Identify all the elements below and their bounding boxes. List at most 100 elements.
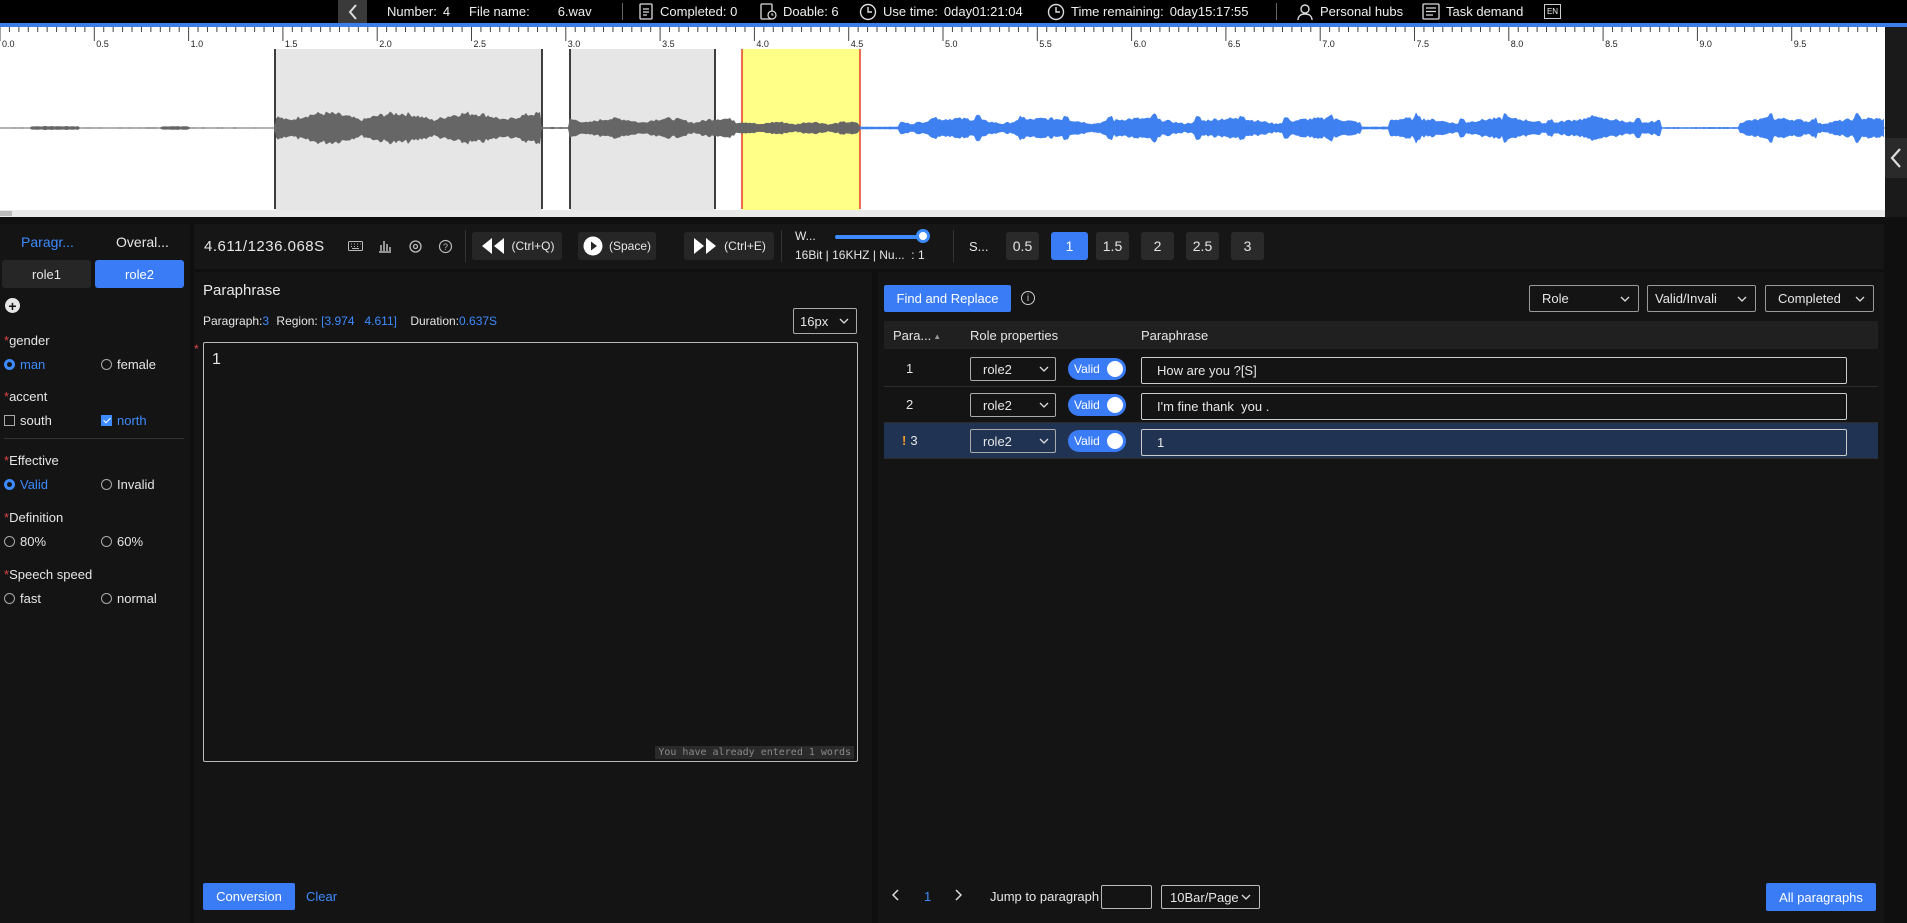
back-button[interactable] [338, 0, 367, 23]
definition-option-80[interactable]: 80% [4, 534, 46, 549]
ruler-label: 8.0 [1511, 39, 1524, 49]
collapse-panel-button[interactable] [1885, 138, 1907, 178]
paraphrase-textarea[interactable]: 1 You have already entered 1 words [203, 342, 858, 762]
row-valid-toggle[interactable]: Valid [1068, 358, 1126, 380]
ruler-label: 0.0 [2, 39, 15, 49]
waveform[interactable]: 0.0 0.5 1.0 1.5 2.0 2.5 3.0 3.5 4.0 4.5 5.0 5.5 6.0 6… [0, 27, 1885, 217]
personal-hubs-link[interactable]: Personal hubs [1296, 0, 1403, 23]
tab-overall[interactable]: Overal... [95, 224, 190, 259]
ruler-label: 6.0 [1134, 39, 1147, 49]
ruler-label: 4.5 [851, 39, 864, 49]
file-name: File name: 6.wav [469, 0, 592, 23]
row-role-select[interactable]: role2 [970, 357, 1056, 381]
ruler-label: 9.0 [1699, 39, 1712, 49]
row-role-select[interactable]: role2 [970, 393, 1056, 417]
speed-2-5-button[interactable]: 2.5 [1186, 232, 1219, 260]
waveform-zoom-slider[interactable] [835, 235, 922, 239]
ruler-label: 6.5 [1228, 39, 1241, 49]
paraphrase-text: 1 [212, 351, 221, 368]
tab-paragraph[interactable]: Paragr... [0, 224, 95, 259]
effective-option-valid[interactable]: Valid [4, 477, 48, 492]
definition-option-60[interactable]: 60% [101, 534, 143, 549]
ruler-label: 5.0 [945, 39, 958, 49]
language-switch[interactable]: EN [1544, 0, 1561, 23]
attributes-panel: Paragr... Overal... role1 role2 + *gende… [0, 224, 190, 923]
slider-handle[interactable] [916, 229, 930, 243]
task-demand-link[interactable]: Task demand [1422, 0, 1523, 23]
table-header: Para... ▲ Role properties Paraphrase [884, 321, 1878, 349]
row-paraphrase-input[interactable]: How are you ?[S] [1141, 357, 1847, 384]
warning-icon: ! [902, 433, 907, 448]
speech-speed-option-fast[interactable]: fast [4, 591, 41, 606]
effective-option-invalid[interactable]: Invalid [101, 477, 155, 492]
settings-icon[interactable] [407, 238, 423, 254]
radio-icon [4, 536, 15, 547]
speed-2-button[interactable]: 2 [1141, 232, 1174, 260]
page-number[interactable]: 1 [924, 889, 931, 904]
next-page-button[interactable] [954, 889, 963, 904]
waveform-canvas[interactable]: 0.0 0.5 1.0 1.5 2.0 2.5 3.0 3.5 4.0 4.5 5.0 5.5 6.0 6… [0, 27, 1885, 217]
ruler-label: 8.5 [1605, 39, 1618, 49]
play-button[interactable]: (Space) [578, 232, 656, 260]
all-paragraphs-button[interactable]: All paragraphs [1766, 883, 1876, 911]
row-valid-toggle[interactable]: Valid [1068, 394, 1126, 416]
info-icon[interactable]: i [1021, 291, 1035, 305]
keyboard-icon[interactable] [347, 238, 363, 254]
completed-filter-value: Completed [1778, 291, 1841, 306]
page-size-select[interactable]: 10Bar/Page [1161, 885, 1260, 909]
row-paraphrase-input[interactable]: I'm fine thank you . [1141, 393, 1847, 420]
doable-count: Doable: 6 [760, 0, 839, 23]
chevron-down-icon [839, 318, 849, 324]
accent-option-south[interactable]: south [4, 413, 52, 428]
document-icon [639, 3, 653, 20]
table-row[interactable]: 1 role2 Valid How are you ?[S] [884, 351, 1878, 387]
column-paragraph[interactable]: Para... ▲ [893, 328, 941, 343]
role2-button[interactable]: role2 [95, 260, 184, 288]
help-icon[interactable]: ? [437, 238, 453, 254]
table-row[interactable]: 2 role2 Valid I'm fine thank you . [884, 387, 1878, 423]
speed-1-5-button[interactable]: 1.5 [1096, 232, 1129, 260]
gender-option-man[interactable]: man [4, 357, 45, 372]
add-role-icon[interactable]: + [5, 298, 20, 313]
find-replace-button[interactable]: Find and Replace [884, 285, 1011, 312]
row-paraphrase-input[interactable]: 1 [1141, 429, 1847, 456]
conversion-button[interactable]: Conversion [203, 883, 295, 910]
ruler-label: 9.5 [1794, 39, 1807, 49]
speech-speed-label: *Speech speed [4, 567, 93, 582]
forward-button[interactable]: (Ctrl+E) [684, 232, 774, 260]
row-valid-toggle[interactable]: Valid [1068, 430, 1126, 452]
ruler-label: 1.5 [285, 39, 298, 49]
gender-option-female[interactable]: female [101, 357, 156, 372]
font-size-select[interactable]: 16px [793, 308, 857, 334]
waveform-zoom-label: W... [795, 229, 816, 243]
divider [622, 3, 623, 20]
completed-filter[interactable]: Completed [1765, 285, 1874, 312]
region-value: [3.974 4.611] [321, 314, 397, 328]
row-role-value: role2 [983, 361, 1012, 377]
ruler-label: 7.5 [1417, 39, 1430, 49]
waveform-scrollbar [0, 210, 1885, 217]
bar-chart-icon[interactable] [377, 238, 393, 254]
chevron-down-icon [1039, 402, 1049, 408]
speed-1-button[interactable]: 1 [1051, 232, 1088, 260]
duration-label: Duration: [410, 314, 460, 328]
role-filter[interactable]: Role [1529, 285, 1639, 312]
speech-speed-option-normal[interactable]: normal [101, 591, 157, 606]
prev-page-button[interactable] [891, 889, 900, 904]
divider [4, 438, 184, 439]
jump-input[interactable] [1101, 885, 1152, 909]
validity-filter[interactable]: Valid/Invali [1647, 285, 1756, 312]
speed-3-button[interactable]: 3 [1231, 232, 1264, 260]
table-row-selected[interactable]: ! 3 role2 Valid 1 [884, 423, 1878, 459]
row-role-select[interactable]: role2 [970, 429, 1056, 453]
clear-link[interactable]: Clear [306, 889, 337, 904]
row-number: 2 [906, 397, 914, 412]
speed-0-5-button[interactable]: 0.5 [1006, 232, 1039, 260]
row-role-value: role2 [983, 397, 1012, 413]
accent-option-north[interactable]: north [101, 413, 147, 428]
role1-button[interactable]: role1 [2, 260, 91, 288]
sort-icon[interactable]: ▲ [933, 332, 941, 341]
rewind-button[interactable]: (Ctrl+Q) [472, 232, 562, 260]
radio-icon [101, 593, 112, 604]
completed-text: Completed: 0 [660, 4, 738, 19]
